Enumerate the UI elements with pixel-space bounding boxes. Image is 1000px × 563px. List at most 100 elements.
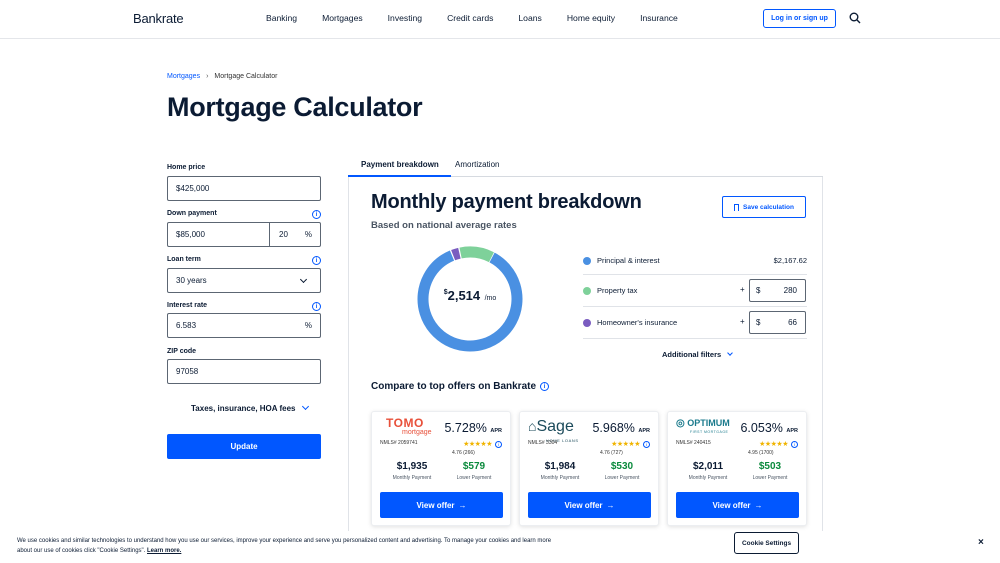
offer-nmls: NMLS# 2059741: [380, 440, 418, 446]
offer-nmls: NMLS# 3304: [528, 440, 558, 446]
login-button[interactable]: Log in or sign up: [763, 9, 836, 28]
view-offer-label: View offer: [564, 500, 603, 510]
view-offer-button[interactable]: View offer →: [676, 492, 799, 518]
info-icon[interactable]: i: [312, 210, 321, 219]
lower-payment-value: $579: [462, 461, 486, 472]
percent-suffix: %: [304, 321, 312, 330]
star-rating-icon: ★★★★★: [759, 441, 788, 448]
zip-code-input[interactable]: 97058: [167, 359, 321, 384]
monthly-payment-value: $1,984: [544, 461, 576, 472]
close-icon[interactable]: ×: [978, 537, 984, 548]
arrow-right-icon: →: [606, 500, 615, 510]
info-icon[interactable]: i: [312, 302, 321, 311]
home-price-input[interactable]: $425,000: [167, 176, 321, 201]
offer-card-tomo: TOMO mortgage NMLS# 2059741 5.728% APR ★…: [371, 411, 511, 526]
legend-divider: [583, 306, 807, 307]
lower-payment-value: $530: [610, 461, 634, 472]
down-payment-value: $85,000: [176, 230, 205, 239]
down-payment-input[interactable]: $85,000: [167, 222, 270, 247]
property-tax-dot: [583, 286, 591, 295]
offer-nmls: NMLS# 240415: [676, 440, 711, 446]
property-tax-input[interactable]: $ 280: [749, 279, 806, 302]
save-calculation-button[interactable]: Save calculation: [722, 196, 806, 218]
insurance-value: 66: [788, 318, 797, 327]
legend-principal-interest: Principal & interest $2,167.62: [583, 256, 807, 265]
page-title: Mortgage Calculator: [167, 92, 423, 122]
loan-term-select[interactable]: 30 years: [167, 268, 321, 293]
main-nav: Banking Mortgages Investing Credit cards…: [266, 13, 703, 23]
taxes-insurance-toggle[interactable]: Taxes, insurance, HOA fees: [191, 402, 309, 413]
zip-code-value: 97058: [176, 367, 199, 376]
monthly-payment-value: $1,935: [396, 461, 428, 472]
additional-filters-toggle[interactable]: Additional filters: [662, 349, 734, 359]
tab-payment-breakdown[interactable]: Payment breakdown: [361, 160, 439, 169]
info-icon[interactable]: i: [312, 256, 321, 265]
breadcrumb: Mortgages › Mortgage Calculator: [167, 73, 277, 80]
percent-suffix: %: [304, 230, 312, 239]
plus-sign: +: [740, 317, 745, 326]
tomo-logo: TOMO mortgage: [386, 416, 432, 436]
loan-term-label: Loan term: [167, 256, 201, 263]
interest-rate-input[interactable]: 6.583 %: [167, 313, 321, 338]
lower-payment-value: $503: [758, 461, 782, 472]
nav-home-equity[interactable]: Home equity: [567, 13, 615, 23]
search-icon[interactable]: [849, 12, 861, 24]
compare-title: Compare to top offers on Bankrate: [371, 381, 537, 392]
breadcrumb-mortgages[interactable]: Mortgages: [167, 73, 200, 80]
monthly-total: $2,514 /mo: [416, 287, 524, 305]
info-icon[interactable]: i: [791, 441, 798, 448]
nav-mortgages[interactable]: Mortgages: [322, 13, 363, 23]
bankrate-logo[interactable]: Bankrate: [133, 11, 184, 26]
loan-term-value: 30 years: [176, 276, 207, 285]
additional-filters-label: Additional filters: [662, 350, 722, 359]
per-month-label: /mo: [484, 295, 497, 302]
offer-apr-value: 5.728%: [444, 421, 487, 435]
cookie-text: We use cookies and similar technologies …: [17, 536, 557, 556]
nav-credit-cards[interactable]: Credit cards: [447, 13, 493, 23]
home-price-label: Home price: [167, 164, 206, 171]
down-payment-label: Down payment: [167, 210, 217, 217]
info-icon[interactable]: i: [540, 382, 550, 391]
offer-monthly-payment: $1,935 Monthly Payment: [382, 461, 442, 481]
view-offer-label: View offer: [712, 500, 751, 510]
site-header: Bankrate Banking Mortgages Investing Cre…: [0, 0, 1000, 39]
nav-loans[interactable]: Loans: [518, 13, 541, 23]
nav-banking[interactable]: Banking: [266, 13, 297, 23]
principal-label: Principal & interest: [597, 256, 660, 265]
monthly-payment-label: Monthly Payment: [392, 475, 432, 481]
offer-rating: 4.76 (727): [600, 450, 623, 456]
principal-dot: [583, 256, 591, 265]
info-icon[interactable]: i: [495, 441, 502, 448]
save-calculation-label: Save calculation: [743, 203, 794, 211]
tab-amortization[interactable]: Amortization: [455, 160, 499, 169]
insurance-label: Homeowner's insurance: [597, 318, 678, 327]
apr-label: APR: [638, 428, 650, 434]
chevron-down-icon: [301, 402, 309, 411]
offer-lower-payment: $530 Lower Payment: [592, 461, 652, 481]
lower-payment-label: Lower Payment: [752, 475, 788, 481]
property-tax-value: 280: [783, 286, 797, 295]
offer-apr: 6.053% APR: [740, 421, 798, 435]
update-button[interactable]: Update: [167, 434, 321, 459]
down-payment-percent-input[interactable]: 20 %: [269, 222, 321, 247]
monthly-payment-label: Monthly Payment: [540, 475, 580, 481]
star-rating-icon: ★★★★★: [611, 441, 640, 448]
offer-apr: 5.968% APR: [592, 421, 650, 435]
cookie-settings-button[interactable]: Cookie Settings: [734, 532, 799, 554]
nav-insurance[interactable]: Insurance: [640, 13, 678, 23]
zip-code-label: ZIP code: [167, 348, 197, 355]
principal-value: $2,167.62: [773, 256, 807, 265]
optimum-logo: ◎ OPTIMUM FIRST MORTGAGE: [676, 418, 730, 435]
offer-lower-payment: $579 Lower Payment: [444, 461, 504, 481]
offer-apr-value: 5.968%: [592, 421, 635, 435]
insurance-input[interactable]: $ 66: [749, 311, 806, 334]
chevron-down-icon: [727, 349, 734, 356]
view-offer-button[interactable]: View offer →: [380, 492, 503, 518]
view-offer-button[interactable]: View offer →: [528, 492, 651, 518]
info-icon[interactable]: i: [643, 441, 650, 448]
offer-rating: 4.76 (266): [452, 450, 475, 456]
nav-investing[interactable]: Investing: [388, 13, 422, 23]
learn-more-link[interactable]: Learn more.: [147, 548, 181, 554]
dollar-prefix: $: [756, 286, 761, 295]
star-rating-icon: ★★★★★: [463, 441, 492, 448]
